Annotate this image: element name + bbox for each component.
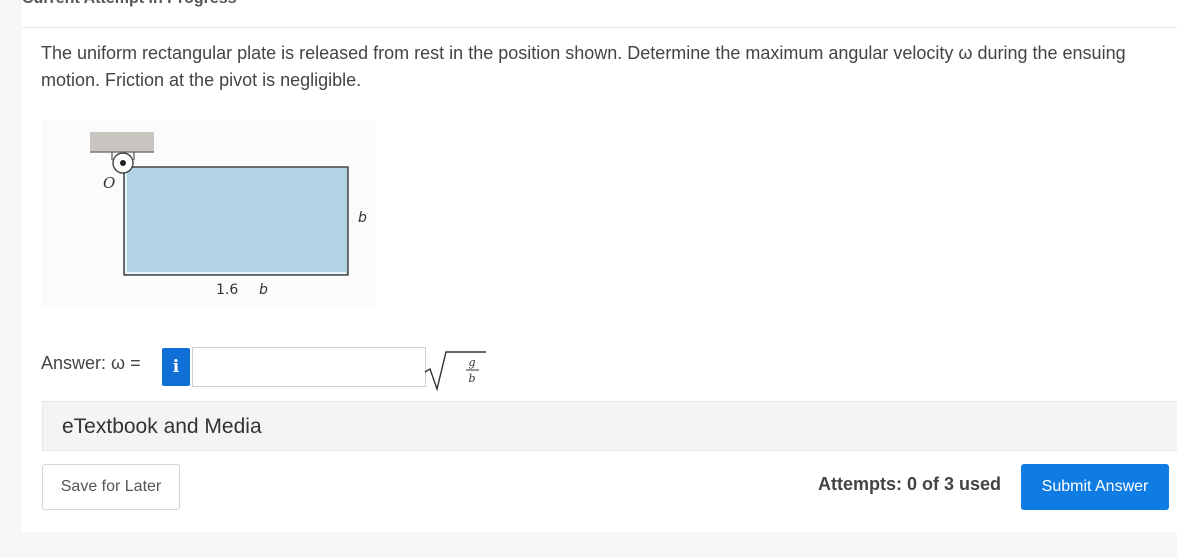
question-text: The uniform rectangular plate is release… [41, 43, 1126, 90]
answer-label: Answer: ω = [41, 353, 141, 373]
sqrt-g-over-b-unit: g b [424, 351, 486, 392]
width-value-label: 1.6 [216, 282, 238, 298]
unit-numerator: g [468, 356, 475, 369]
height-label: b [358, 210, 367, 226]
question-card: Current Attempt in Progress The uniform … [22, 0, 1177, 532]
rectangular-plate [123, 166, 349, 276]
answer-input[interactable] [192, 347, 426, 387]
page-title: Current Attempt in Progress [22, 0, 237, 8]
save-for-later-button[interactable]: Save for Later [42, 464, 180, 510]
fixed-support [90, 132, 154, 152]
pivot-label: O [103, 174, 115, 192]
header-divider [22, 27, 1177, 28]
etextbook-media-toggle[interactable]: eTextbook and Media [42, 401, 1177, 451]
info-icon[interactable]: i [162, 348, 190, 386]
unit-denominator: b [468, 372, 475, 385]
problem-figure: O b 1.6 b [42, 120, 376, 306]
width-var-label: b [259, 282, 268, 298]
submit-answer-button[interactable]: Submit Answer [1021, 464, 1169, 510]
plate-diagram: O b 1.6 b [42, 120, 376, 306]
attempts-counter: Attempts: 0 of 3 used [818, 474, 1002, 494]
